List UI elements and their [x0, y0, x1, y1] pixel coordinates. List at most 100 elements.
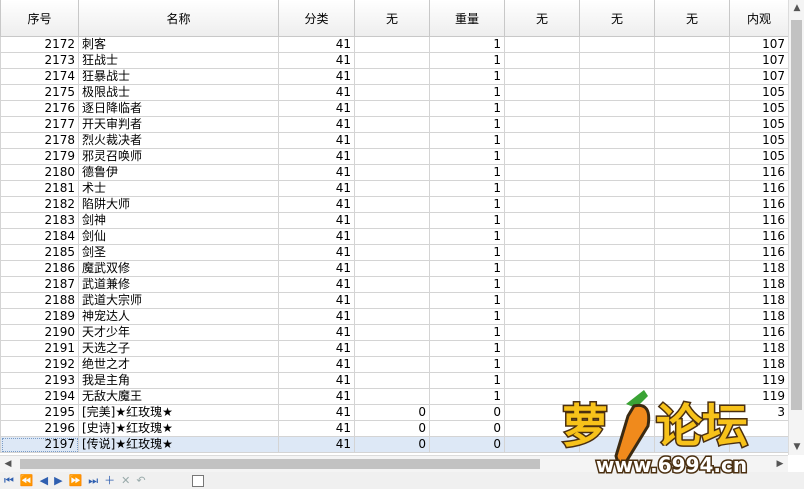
table-cell[interactable]: 1 [429, 228, 505, 245]
table-cell[interactable] [579, 52, 655, 69]
table-cell[interactable] [654, 356, 730, 373]
table-cell[interactable] [504, 308, 580, 325]
table-cell[interactable]: 41 [278, 260, 355, 277]
table-cell[interactable] [504, 276, 580, 293]
table-cell[interactable]: 1 [429, 116, 505, 133]
table-row[interactable]: 2183 剑神 41 1 116 [0, 212, 788, 229]
table-row[interactable]: 2184 剑仙 41 1 116 [0, 228, 788, 245]
table-cell[interactable] [354, 132, 430, 149]
table-cell[interactable]: 邪灵召唤师 [78, 148, 279, 165]
table-cell[interactable] [354, 276, 430, 293]
table-cell[interactable] [504, 260, 580, 277]
table-cell[interactable] [354, 148, 430, 165]
table-cell[interactable] [579, 212, 655, 229]
table-cell[interactable] [654, 292, 730, 309]
table-cell[interactable]: 41 [278, 116, 355, 133]
table-cell[interactable] [504, 356, 580, 373]
table-row[interactable]: 2182 陷阱大师 41 1 116 [0, 196, 788, 213]
table-cell[interactable]: 41 [278, 68, 355, 85]
table-cell[interactable] [354, 52, 430, 69]
table-cell[interactable] [354, 388, 430, 405]
table-cell[interactable]: 41 [278, 132, 355, 149]
first-record-icon[interactable]: ⏮ [4, 472, 14, 489]
table-cell[interactable]: 2191 [0, 340, 79, 357]
table-cell[interactable]: 逐日降临者 [78, 100, 279, 117]
table-cell[interactable] [354, 372, 430, 389]
table-cell[interactable] [504, 228, 580, 245]
table-cell[interactable]: 118 [729, 292, 788, 309]
table-cell[interactable] [504, 180, 580, 197]
table-cell[interactable] [504, 100, 580, 117]
table-cell[interactable]: 1 [429, 372, 505, 389]
table-row[interactable]: 2174 狂暴战士 41 1 107 [0, 68, 788, 85]
table-cell[interactable]: 陷阱大师 [78, 196, 279, 213]
table-cell[interactable]: 105 [729, 84, 788, 101]
table-cell[interactable]: 烈火裁决者 [78, 132, 279, 149]
table-cell[interactable]: 41 [278, 420, 355, 437]
table-cell[interactable] [354, 196, 430, 213]
table-cell[interactable]: 118 [729, 356, 788, 373]
table-cell[interactable] [579, 260, 655, 277]
table-cell[interactable]: 1 [429, 356, 505, 373]
table-cell[interactable] [654, 68, 730, 85]
table-cell[interactable]: 0 [354, 404, 430, 421]
table-cell[interactable] [579, 164, 655, 181]
column-header[interactable]: 无 [354, 0, 430, 37]
table-cell[interactable]: 2176 [0, 100, 79, 117]
scroll-up-icon[interactable]: ▲ [789, 0, 804, 16]
table-cell[interactable] [654, 276, 730, 293]
table-cell[interactable] [654, 164, 730, 181]
cancel-edit-icon[interactable]: ↶ [136, 472, 145, 489]
table-cell[interactable]: 41 [278, 84, 355, 101]
table-cell[interactable]: 41 [278, 196, 355, 213]
table-cell[interactable]: 2183 [0, 212, 79, 229]
table-row[interactable]: 2175 极限战士 41 1 105 [0, 84, 788, 101]
table-cell[interactable]: 41 [278, 308, 355, 325]
table-cell[interactable]: 1 [429, 196, 505, 213]
table-cell[interactable]: 41 [278, 228, 355, 245]
table-cell[interactable]: 1 [429, 36, 505, 53]
table-cell[interactable] [579, 116, 655, 133]
table-cell[interactable]: 116 [729, 180, 788, 197]
table-cell[interactable]: [传说]★红玫瑰★ [78, 436, 279, 453]
table-cell[interactable] [654, 196, 730, 213]
table-cell[interactable] [504, 84, 580, 101]
table-cell[interactable]: 41 [278, 212, 355, 229]
table-cell[interactable]: 2184 [0, 228, 79, 245]
table-cell[interactable]: 116 [729, 196, 788, 213]
column-header[interactable]: 无 [579, 0, 655, 37]
table-cell[interactable] [579, 340, 655, 357]
table-cell[interactable]: 41 [278, 148, 355, 165]
table-cell[interactable]: 41 [278, 244, 355, 261]
table-cell[interactable]: 41 [278, 324, 355, 341]
table-cell[interactable]: 107 [729, 68, 788, 85]
table-cell[interactable]: 41 [278, 36, 355, 53]
table-row[interactable]: 2178 烈火裁决者 41 1 105 [0, 132, 788, 149]
table-cell[interactable] [579, 100, 655, 117]
column-header[interactable]: 无 [504, 0, 580, 37]
table-cell[interactable]: 41 [278, 52, 355, 69]
table-cell[interactable]: 我是主角 [78, 372, 279, 389]
table-cell[interactable]: 2197 [0, 436, 79, 453]
table-row[interactable]: 2187 武道兼修 41 1 118 [0, 276, 788, 293]
column-header[interactable]: 内观 [729, 0, 788, 37]
table-cell[interactable]: 116 [729, 244, 788, 261]
table-cell[interactable] [654, 180, 730, 197]
table-cell[interactable]: 1 [429, 68, 505, 85]
table-cell[interactable]: 剑神 [78, 212, 279, 229]
table-cell[interactable] [354, 308, 430, 325]
table-cell[interactable] [354, 324, 430, 341]
table-cell[interactable]: 1 [429, 148, 505, 165]
table-cell[interactable] [504, 164, 580, 181]
table-cell[interactable] [579, 292, 655, 309]
table-cell[interactable]: 105 [729, 100, 788, 117]
table-cell[interactable] [354, 292, 430, 309]
table-cell[interactable] [354, 68, 430, 85]
table-cell[interactable] [654, 52, 730, 69]
next-record-icon[interactable]: ▶ [54, 472, 62, 489]
table-cell[interactable] [654, 228, 730, 245]
table-cell[interactable]: 1 [429, 340, 505, 357]
table-cell[interactable]: 2196 [0, 420, 79, 437]
table-cell[interactable]: 107 [729, 52, 788, 69]
table-cell[interactable]: 无敌大魔王 [78, 388, 279, 405]
